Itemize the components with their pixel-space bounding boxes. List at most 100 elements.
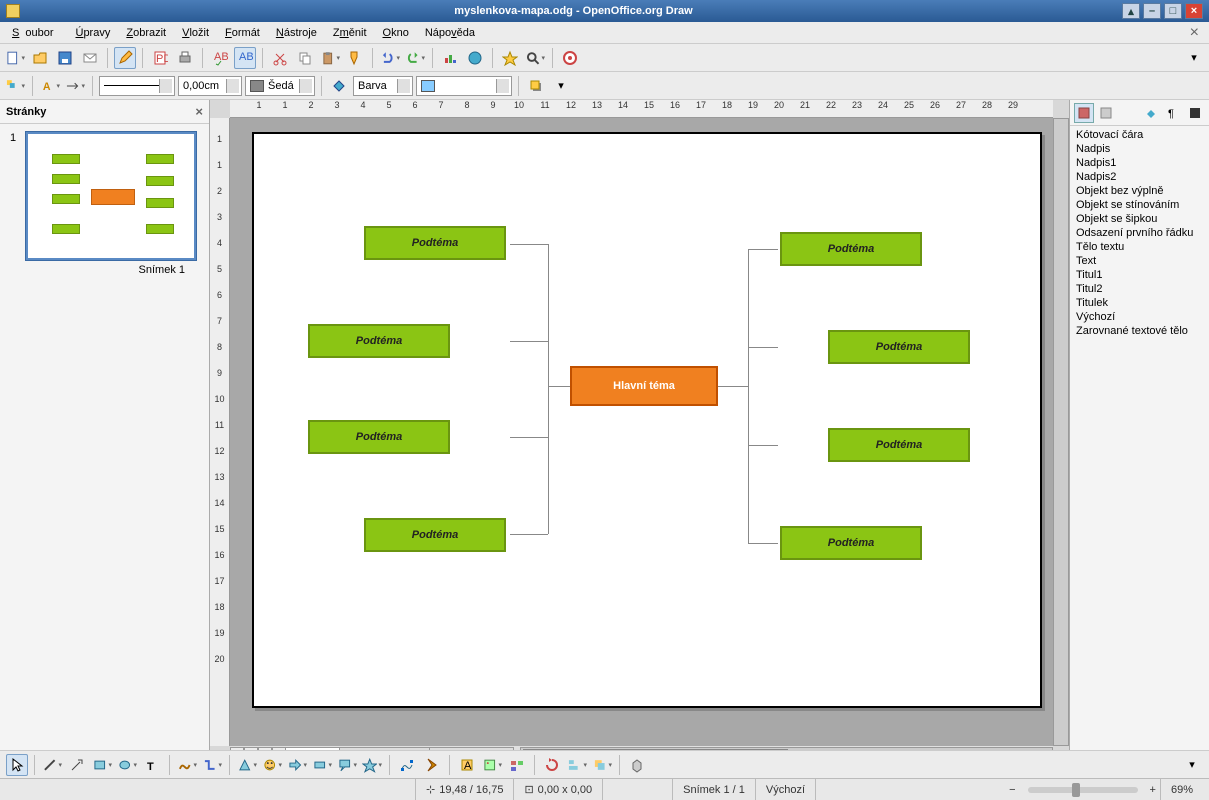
line-color-combo[interactable]: Šedá [245, 76, 315, 96]
drawbar-menu-icon[interactable]: ▾ [1181, 754, 1203, 776]
menu-edit[interactable]: Úpravy [69, 25, 116, 41]
mindmap-subtopic[interactable]: Podtéma [308, 420, 450, 454]
presentation-styles-icon[interactable] [1096, 103, 1116, 123]
slides-panel-close-icon[interactable]: × [195, 104, 203, 119]
navigator-button[interactable] [499, 47, 521, 69]
menu-view[interactable]: Zobrazit [120, 25, 172, 41]
block-arrows-tool[interactable] [286, 754, 308, 776]
new-button[interactable] [4, 47, 26, 69]
flowchart-tool[interactable] [311, 754, 333, 776]
style-item[interactable]: Zarovnané textové tělo [1070, 324, 1209, 338]
style-item[interactable]: Výchozí [1070, 310, 1209, 324]
menu-tools[interactable]: Nástroje [270, 25, 323, 41]
mindmap-subtopic[interactable]: Podtéma [364, 226, 506, 260]
email-button[interactable] [79, 47, 101, 69]
style-item[interactable]: Nadpis2 [1070, 170, 1209, 184]
window-minimize-button[interactable]: – [1143, 3, 1161, 19]
from-file-tool[interactable] [481, 754, 503, 776]
align-tool[interactable] [566, 754, 588, 776]
style-item[interactable]: Kótovací čára [1070, 128, 1209, 142]
line-arrow-tool[interactable] [66, 754, 88, 776]
open-button[interactable] [29, 47, 51, 69]
callout-tool[interactable] [336, 754, 358, 776]
new-style-icon[interactable]: ¶ [1163, 103, 1183, 123]
fontwork-tool[interactable]: A [456, 754, 478, 776]
autospell-button[interactable]: ABC [234, 47, 256, 69]
fill-format-icon[interactable] [1141, 103, 1161, 123]
arrow-style-button[interactable] [64, 75, 86, 97]
style-item[interactable]: Titulek [1070, 296, 1209, 310]
extrusion-tool[interactable] [626, 754, 648, 776]
menu-window[interactable]: Okno [377, 25, 415, 41]
line-tool[interactable] [41, 754, 63, 776]
fill-button[interactable] [328, 75, 350, 97]
fill-style-combo[interactable]: Barva [353, 76, 413, 96]
hyperlink-button[interactable] [464, 47, 486, 69]
line-pattern-combo[interactable] [99, 76, 175, 96]
status-layout[interactable]: Výchozí [756, 779, 816, 800]
cut-button[interactable] [269, 47, 291, 69]
style-item[interactable]: Titul2 [1070, 282, 1209, 296]
graphic-styles-icon[interactable] [1074, 103, 1094, 123]
symbol-shapes-tool[interactable] [261, 754, 283, 776]
document-close-button[interactable]: × [1186, 24, 1203, 42]
mindmap-subtopic[interactable]: Podtéma [308, 324, 450, 358]
arrange-button[interactable] [4, 75, 26, 97]
update-style-icon[interactable] [1185, 103, 1205, 123]
menu-file[interactable]: Soubor [6, 25, 65, 41]
redo-button[interactable] [404, 47, 426, 69]
style-item[interactable]: Nadpis [1070, 142, 1209, 156]
mindmap-subtopic[interactable]: Podtéma [828, 330, 970, 364]
curve-tool[interactable] [176, 754, 198, 776]
style-item[interactable]: Objekt se stínováním [1070, 198, 1209, 212]
vertical-scrollbar[interactable] [1053, 118, 1069, 746]
export-pdf-button[interactable]: PDF [149, 47, 171, 69]
toolbar2-menu-icon[interactable]: ▾ [550, 75, 572, 97]
text-tool[interactable]: T [141, 754, 163, 776]
chart-button[interactable] [439, 47, 461, 69]
horizontal-ruler[interactable]: 1123456789101112131415161718192021222324… [230, 100, 1053, 118]
rectangle-tool[interactable] [91, 754, 113, 776]
edit-button[interactable] [114, 47, 136, 69]
line-width-combo[interactable]: 0,00cm [178, 76, 242, 96]
fill-color-combo[interactable] [416, 76, 512, 96]
window-maximize-button[interactable]: □ [1164, 3, 1182, 19]
toolbar-menu-icon[interactable]: ▾ [1183, 47, 1205, 69]
paste-button[interactable] [319, 47, 341, 69]
style-item[interactable]: Odsazení prvního řádku [1070, 226, 1209, 240]
menu-insert[interactable]: Vložit [176, 25, 215, 41]
stars-tool[interactable] [361, 754, 383, 776]
page[interactable]: Hlavní téma Podtéma Podtéma Podtéma Podt… [252, 132, 1042, 708]
spellcheck-button[interactable]: ABC [209, 47, 231, 69]
zoom-in-icon[interactable]: + [1146, 784, 1160, 796]
zoom-value[interactable]: 69% [1160, 779, 1203, 800]
mindmap-subtopic[interactable]: Podtéma [780, 526, 922, 560]
select-tool[interactable] [6, 754, 28, 776]
menu-help[interactable]: Nápověda [419, 25, 481, 41]
style-item[interactable]: Titul1 [1070, 268, 1209, 282]
slide-thumbnail[interactable] [26, 132, 196, 260]
style-item[interactable]: Tělo textu [1070, 240, 1209, 254]
style-item[interactable]: Nadpis1 [1070, 156, 1209, 170]
copy-button[interactable] [294, 47, 316, 69]
zoom-slider[interactable] [1028, 787, 1138, 793]
status-slide[interactable]: Snímek 1 / 1 [673, 779, 756, 800]
menu-modify[interactable]: Změnit [327, 25, 373, 41]
drawing-canvas[interactable]: Hlavní téma Podtéma Podtéma Podtéma Podt… [230, 118, 1053, 746]
arrange-tool[interactable] [591, 754, 613, 776]
vertical-ruler[interactable]: 11234567891011121314151617181920 [210, 118, 230, 746]
points-tool[interactable] [396, 754, 418, 776]
window-roll-button[interactable]: ▴ [1122, 3, 1140, 19]
connector-tool[interactable] [201, 754, 223, 776]
print-button[interactable] [174, 47, 196, 69]
mindmap-subtopic[interactable]: Podtéma [364, 518, 506, 552]
style-item[interactable]: Text [1070, 254, 1209, 268]
mindmap-subtopic[interactable]: Podtéma [780, 232, 922, 266]
window-close-button[interactable]: × [1185, 3, 1203, 19]
gluepoints-tool[interactable] [421, 754, 443, 776]
save-button[interactable] [54, 47, 76, 69]
styles-list[interactable]: Kótovací čáraNadpisNadpis1Nadpis2Objekt … [1070, 126, 1209, 751]
ellipse-tool[interactable] [116, 754, 138, 776]
style-item[interactable]: Objekt bez výplně [1070, 184, 1209, 198]
line-style-button[interactable]: A [39, 75, 61, 97]
